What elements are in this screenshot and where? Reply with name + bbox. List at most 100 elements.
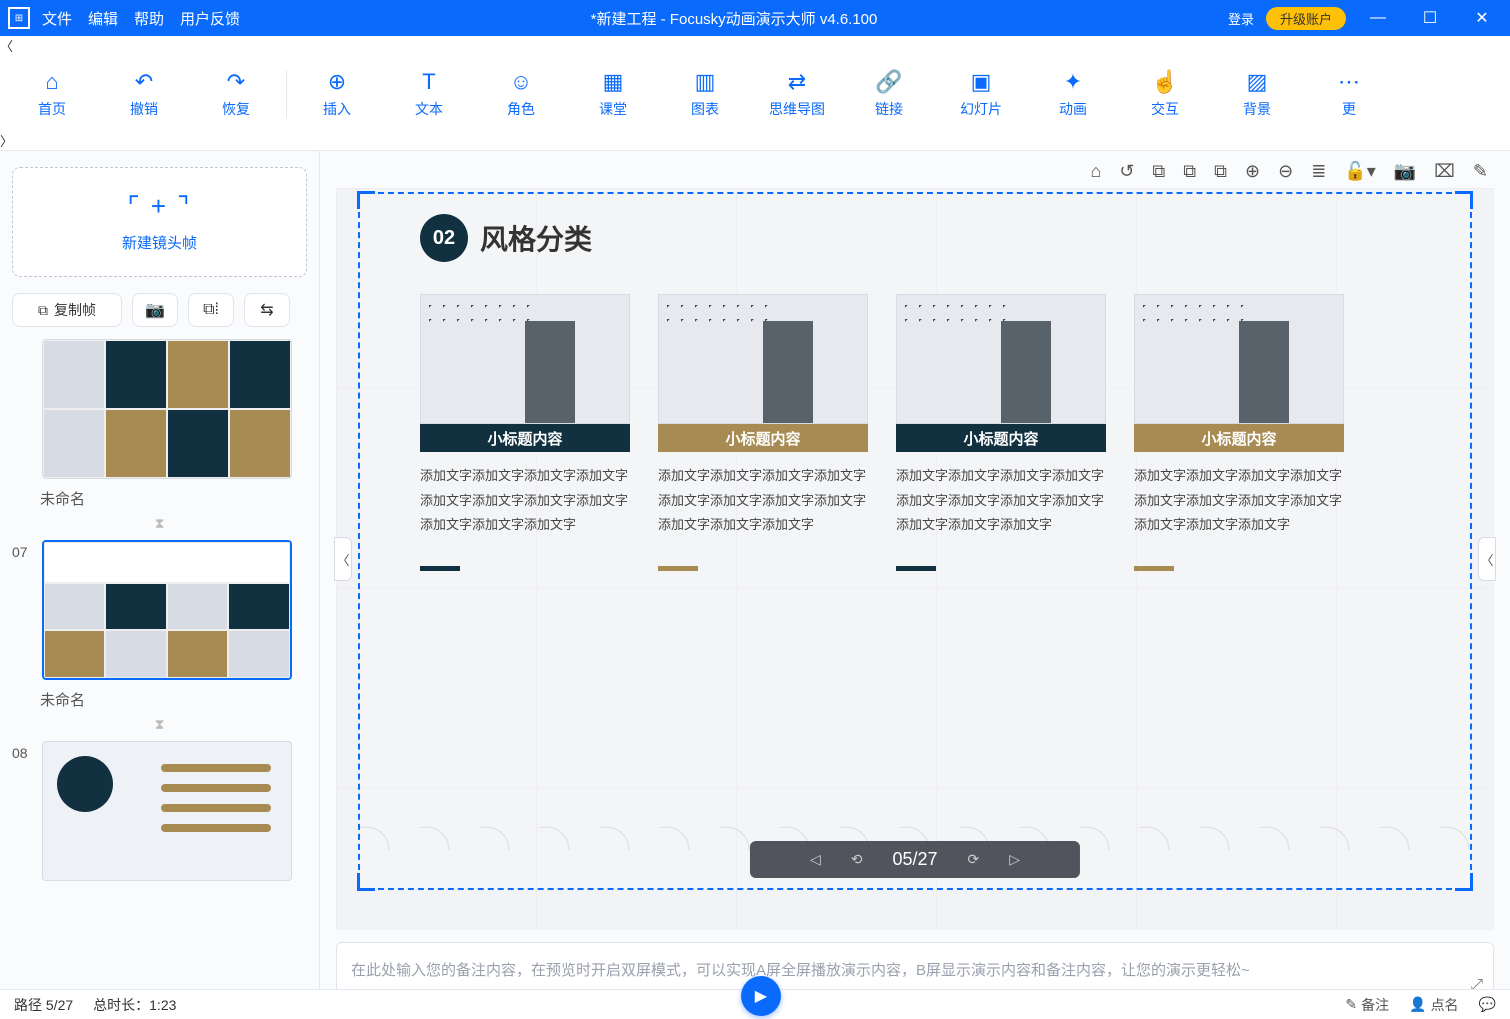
menu-feedback[interactable]: 用户反馈: [180, 8, 240, 29]
thumbnail-item-selected[interactable]: [42, 540, 292, 680]
ribbon: 〈 ⌂ 首页 ↶撤销↷恢复 ⊕ 插入 T文本☺角色▦课堂▥图表 ⇄ 思维导图 🔗链接▣幻灯片 ✦ 动…: [0, 36, 1510, 151]
canvas-tool-icon[interactable]: ⧉: [1214, 161, 1227, 182]
ribbon-撤销[interactable]: ↶撤销: [102, 63, 186, 125]
upgrade-button[interactable]: 升级账户: [1266, 7, 1346, 30]
ribbon-交互[interactable]: ☝交互: [1123, 63, 1207, 125]
close-button[interactable]: ✕: [1462, 8, 1502, 28]
collapse-right-button[interactable]: 〈: [1478, 537, 1496, 581]
ribbon-label: 插入: [323, 99, 351, 119]
ribbon-label: 首页: [38, 99, 66, 119]
page-counter: 05/27: [892, 849, 937, 870]
category-card[interactable]: 小标题内容添加文字添加文字添加文字添加文字添加文字添加文字添加文字添加文字添加文…: [658, 294, 868, 571]
thumbnail-item[interactable]: [42, 339, 292, 479]
category-card[interactable]: 小标题内容添加文字添加文字添加文字添加文字添加文字添加文字添加文字添加文字添加文…: [1134, 294, 1344, 571]
canvas-tool-icon[interactable]: ⧉: [1183, 161, 1196, 182]
status-chat-button[interactable]: 💬: [1479, 996, 1496, 1013]
status-roll-call-button[interactable]: 👤 点名: [1409, 995, 1458, 1015]
new-frame-button[interactable]: ⌜ + ⌝ 新建镜头帧: [12, 167, 307, 277]
next-page-icon[interactable]: ▷: [1009, 851, 1020, 868]
card-subtitle: 小标题内容: [1134, 424, 1344, 452]
ribbon-插入[interactable]: ⊕ 插入: [295, 63, 379, 125]
card-body-text: 添加文字添加文字添加文字添加文字添加文字添加文字添加文字添加文字添加文字添加文字…: [420, 464, 630, 538]
canvas-tool-icon[interactable]: ⊕: [1245, 161, 1260, 182]
ribbon-icon: ✦: [1060, 69, 1086, 95]
canvas-tool-icon[interactable]: ⌧: [1434, 161, 1455, 182]
ribbon-icon: ▥: [692, 69, 718, 95]
ribbon-icon: ⊕: [324, 69, 350, 95]
canvas-tool-icon[interactable]: ⧉: [1152, 161, 1165, 182]
thumbnail-list: 未命名 ⧗ 07 未命名 ⧗ 08: [0, 339, 319, 1012]
sidebar: ⌜ + ⌝ 新建镜头帧 ▾ ⧉ 复制帧 📷 ⧉⁞ ⇆ 未命名 ⧗: [0, 151, 320, 1012]
login-link[interactable]: 登录: [1228, 9, 1254, 28]
canvas-tool-icon[interactable]: ⌂: [1090, 161, 1101, 182]
camera-button[interactable]: 📷: [132, 293, 178, 327]
ribbon-label: 动画: [1059, 99, 1087, 119]
menu-file[interactable]: 文件: [42, 8, 72, 29]
card-body-text: 添加文字添加文字添加文字添加文字添加文字添加文字添加文字添加文字添加文字添加文字…: [658, 464, 868, 538]
card-subtitle: 小标题内容: [658, 424, 868, 452]
slide-content: 02 风格分类 小标题内容添加文字添加文字添加文字添加文字添加文字添加文字添加文…: [420, 214, 1430, 571]
ribbon-scroll-left[interactable]: 〈: [0, 36, 1510, 55]
ribbon-背景[interactable]: ▨背景: [1215, 63, 1299, 125]
thumb-number: 08: [12, 745, 38, 761]
canvas-tool-icon[interactable]: ✎: [1473, 161, 1488, 182]
maximize-button[interactable]: ☐: [1410, 8, 1450, 28]
card-body-text: 添加文字添加文字添加文字添加文字添加文字添加文字添加文字添加文字添加文字添加文字…: [896, 464, 1106, 538]
ribbon-更[interactable]: ⋯更: [1307, 63, 1391, 125]
menu-bar: 文件 编辑 帮助 用户反馈: [42, 8, 240, 29]
thumb-number: 07: [12, 544, 38, 560]
swap-button[interactable]: ⇆: [244, 293, 290, 327]
ribbon-icon: ⇄: [784, 69, 810, 95]
ribbon-首页[interactable]: ⌂ 首页: [10, 63, 94, 125]
card-accent: [1134, 566, 1174, 571]
canvas-tool-icon[interactable]: ⊖: [1278, 161, 1293, 182]
menu-edit[interactable]: 编辑: [88, 8, 118, 29]
canvas-tool-icon[interactable]: ↺: [1119, 161, 1134, 182]
card-image: [896, 294, 1106, 424]
slide-title-text[interactable]: 风格分类: [480, 218, 592, 258]
ribbon-icon: ⌂: [39, 69, 65, 95]
ribbon-label: 背景: [1243, 99, 1271, 119]
play-button[interactable]: ▶: [741, 976, 781, 1016]
copy-frame-button[interactable]: ⧉ 复制帧: [12, 293, 122, 327]
status-notes-button[interactable]: ✎ 备注: [1345, 995, 1389, 1015]
prev-time-icon[interactable]: ⟲: [851, 851, 863, 868]
ribbon-动画[interactable]: ✦ 动画: [1031, 63, 1115, 125]
ribbon-课堂[interactable]: ▦课堂: [571, 63, 655, 125]
canvas-tool-icon[interactable]: 🔓▾: [1344, 161, 1375, 182]
next-time-icon[interactable]: ⟳: [968, 851, 980, 868]
canvas-tool-icon[interactable]: 📷: [1394, 161, 1416, 182]
ribbon-label: 文本: [415, 99, 443, 119]
selection-frame[interactable]: 02 风格分类 小标题内容添加文字添加文字添加文字添加文字添加文字添加文字添加文…: [358, 192, 1472, 890]
ribbon-icon: ☺: [508, 69, 534, 95]
ribbon-链接[interactable]: 🔗链接: [847, 63, 931, 125]
ribbon-思维导图[interactable]: ⇄ 思维导图: [755, 63, 839, 125]
category-card[interactable]: 小标题内容添加文字添加文字添加文字添加文字添加文字添加文字添加文字添加文字添加文…: [896, 294, 1106, 571]
ribbon-角色[interactable]: ☺角色: [479, 63, 563, 125]
ribbon-label: 更: [1342, 99, 1356, 119]
card-image: [420, 294, 630, 424]
status-bar: 路径 5/27 总时长：1:23 ▶ ✎ 备注 👤 点名 💬: [0, 989, 1510, 1019]
card-subtitle: 小标题内容: [896, 424, 1106, 452]
thumbnail-item[interactable]: [42, 741, 292, 881]
ribbon-icon: ▦: [600, 69, 626, 95]
canvas[interactable]: 〈 〈 02 风格分类 小标题内容添加文字添加文字添加文字添加文字添加文字添加文…: [336, 188, 1494, 930]
prev-page-icon[interactable]: ◁: [810, 851, 821, 868]
ribbon-scroll-right[interactable]: 〉: [0, 131, 1510, 150]
ribbon-label: 思维导图: [769, 99, 825, 119]
card-accent: [420, 566, 460, 571]
minimize-button[interactable]: —: [1358, 9, 1398, 27]
collapse-sidebar-button[interactable]: 〈: [334, 537, 352, 581]
thumb-title: 未命名: [40, 689, 309, 710]
ribbon-恢复[interactable]: ↷恢复: [194, 63, 278, 125]
app-logo-icon: ⊞: [8, 7, 30, 29]
ribbon-图表[interactable]: ▥图表: [663, 63, 747, 125]
qr-button[interactable]: ⧉⁞: [188, 293, 234, 327]
menu-help[interactable]: 帮助: [134, 8, 164, 29]
category-card[interactable]: 小标题内容添加文字添加文字添加文字添加文字添加文字添加文字添加文字添加文字添加文…: [420, 294, 630, 571]
ribbon-文本[interactable]: T文本: [387, 63, 471, 125]
canvas-area: ⌂ ↺ ⧉ ⧉ ⧉ ⊕ ⊖ ≣ 🔓▾ 📷 ⌧ ✎ 〈 〈 02 风格分类 小标题内容添加文字添加文字添…: [320, 151, 1510, 1012]
ribbon-幻灯片[interactable]: ▣幻灯片: [939, 63, 1023, 125]
canvas-tool-icon[interactable]: ≣: [1311, 161, 1326, 182]
ribbon-icon: ⋯: [1336, 69, 1362, 95]
